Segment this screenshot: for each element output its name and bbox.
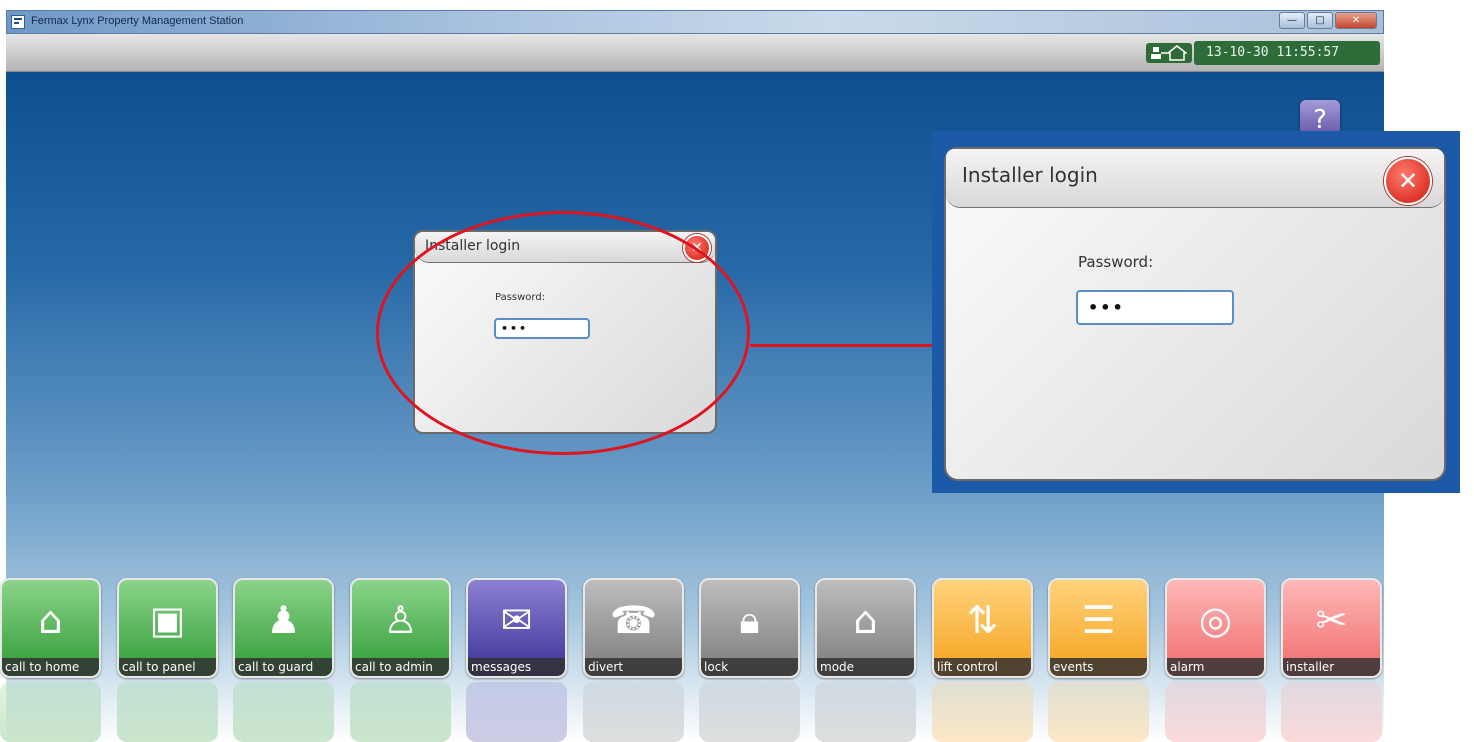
tile-label: lock — [701, 658, 798, 676]
call-to-home-button[interactable]: ⌂ call to home — [0, 578, 101, 678]
alarm-bell-icon: ◎ — [1198, 598, 1233, 642]
house-gear-icon: ⌂ — [853, 598, 878, 642]
zoom-panel: Installer login ✕ Password: ••• — [932, 131, 1460, 493]
dialog-header-zoomed: Installer login ✕ — [946, 149, 1444, 208]
password-label-zoomed: Password: — [1078, 253, 1154, 271]
tile-reflection — [0, 682, 101, 742]
installer-button[interactable]: ✂ installer — [1281, 578, 1382, 678]
tile-label: divert — [585, 658, 682, 676]
close-window-button[interactable]: ✕ — [1335, 12, 1377, 29]
status-bar: 13-10-30 11:55:57 — [6, 34, 1384, 72]
window-title: Fermax Lynx Property Management Station — [31, 15, 244, 27]
tile-label: call to home — [2, 658, 99, 676]
tile-reflection — [1281, 682, 1382, 742]
house-bell-icon: ⌂ — [38, 598, 63, 642]
mode-button[interactable]: ⌂ mode — [815, 578, 916, 678]
window-controls: — □ ✕ — [1279, 12, 1377, 29]
events-button[interactable]: ☰ events — [1048, 578, 1149, 678]
network-house-icon — [1146, 43, 1192, 63]
lift-control-button[interactable]: ⇅ lift control — [932, 578, 1033, 678]
tile-reflection — [350, 682, 451, 742]
tools-icon: ✂ — [1315, 598, 1348, 642]
tile-reflection — [583, 682, 684, 742]
tile-label: installer — [1283, 658, 1380, 676]
tile-reflection — [1165, 682, 1266, 742]
tile-label: messages — [468, 658, 565, 676]
lift-icon: ⇅ — [966, 598, 999, 642]
guard-bell-icon: ♟ — [266, 598, 301, 642]
divert-button[interactable]: ☎ divert — [583, 578, 684, 678]
alarm-button[interactable]: ◎ alarm — [1165, 578, 1266, 678]
tile-reflection — [117, 682, 218, 742]
minimize-button[interactable]: — — [1279, 12, 1305, 29]
tile-label: alarm — [1167, 658, 1264, 676]
app-logo-icon — [11, 15, 25, 29]
tile-label: call to guard — [235, 658, 332, 676]
datetime-display: 13-10-30 11:55:57 — [1194, 41, 1380, 65]
tile-reflection — [932, 682, 1033, 742]
envelope-icon: ✉ — [500, 598, 533, 642]
dialog-title-zoomed: Installer login — [962, 163, 1098, 187]
lock-icon: 🔒︎ — [739, 598, 760, 642]
highlight-ellipse — [376, 211, 750, 455]
tile-reflection — [1048, 682, 1149, 742]
panel-bell-icon: ▣ — [149, 598, 186, 642]
lock-button[interactable]: 🔒︎ lock — [699, 578, 800, 678]
tile-reflection — [699, 682, 800, 742]
tile-label: lift control — [934, 658, 1031, 676]
tile-label: events — [1050, 658, 1147, 676]
tile-label: call to panel — [119, 658, 216, 676]
tile-reflection — [466, 682, 567, 742]
close-icon-zoomed[interactable]: ✕ — [1384, 157, 1432, 205]
call-to-panel-button[interactable]: ▣ call to panel — [117, 578, 218, 678]
window-title-bar: Fermax Lynx Property Management Station … — [6, 10, 1384, 34]
tile-label: mode — [817, 658, 914, 676]
call-to-guard-button[interactable]: ♟ call to guard — [233, 578, 334, 678]
admin-bell-icon: ♙ — [383, 598, 418, 642]
maximize-button[interactable]: □ — [1307, 12, 1333, 29]
phone-divert-icon: ☎ — [609, 598, 658, 642]
password-field-zoomed[interactable]: ••• — [1076, 290, 1234, 325]
call-to-admin-button[interactable]: ♙ call to admin — [350, 578, 451, 678]
messages-button[interactable]: ✉ messages — [466, 578, 567, 678]
installer-login-dialog-zoomed: Installer login ✕ Password: ••• — [944, 147, 1446, 481]
tile-label: call to admin — [352, 658, 449, 676]
bottom-toolbar: ⌂ call to home ▣ call to panel ♟ call to… — [0, 578, 1384, 742]
tile-reflection — [233, 682, 334, 742]
documents-icon: ☰ — [1081, 598, 1116, 642]
tile-reflection — [815, 682, 916, 742]
